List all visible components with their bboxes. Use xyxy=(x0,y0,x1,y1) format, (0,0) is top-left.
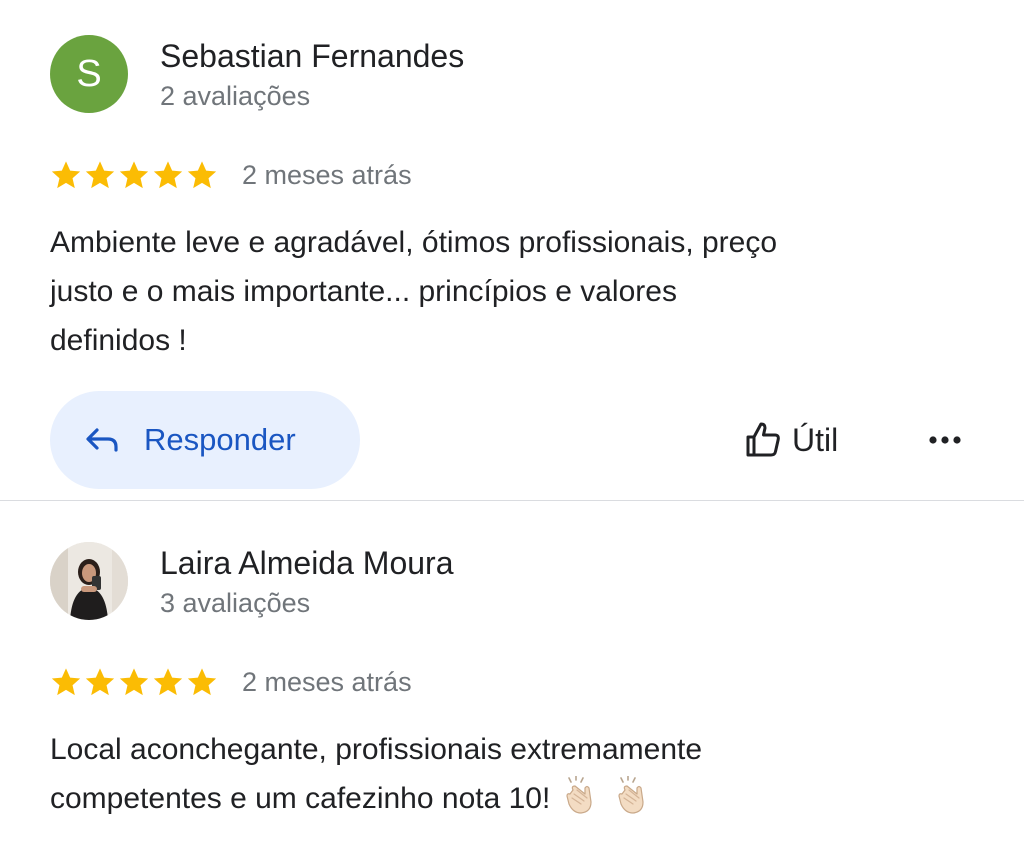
avatar[interactable]: S xyxy=(50,35,128,113)
star-icon xyxy=(51,668,81,696)
helpful-button[interactable]: Útil xyxy=(742,415,838,465)
review-text-line: Ambiente leve e agradável, ótimos profis… xyxy=(50,226,778,259)
more-options-button[interactable] xyxy=(922,420,968,460)
clapping-hands-icon xyxy=(618,776,644,814)
star-icon xyxy=(119,161,149,189)
review-text-line: definidos ! xyxy=(50,324,187,357)
author-name[interactable]: Sebastian Fernandes xyxy=(160,38,464,75)
reply-arrow-icon xyxy=(86,428,118,452)
star-icon xyxy=(51,161,81,189)
star-icon xyxy=(153,668,183,696)
review-text-line: Local aconchegante, profissionais extrem… xyxy=(50,733,703,766)
author-name[interactable]: Laira Almeida Moura xyxy=(160,545,453,582)
review-card: Laira Almeida Moura 3 avaliações 2 meses… xyxy=(0,501,1024,841)
review-date: 2 meses atrás xyxy=(242,159,412,190)
review-text-line: competentes e um cafezinho nota 10! xyxy=(50,782,551,815)
avatar[interactable] xyxy=(50,542,128,620)
review-text: Ambiente leve e agradável, ótimos profis… xyxy=(50,218,950,365)
star-icon xyxy=(85,161,115,189)
star-icon xyxy=(187,668,217,696)
review-text-line-with-emoji: competentes e um cafezinho nota 10! xyxy=(50,774,950,823)
profile-photo-icon xyxy=(50,542,128,620)
author-review-count: 3 avaliações xyxy=(160,588,311,618)
star-icon xyxy=(153,161,183,189)
review-text: Local aconchegante, profissionais extrem… xyxy=(50,725,950,823)
star-icon xyxy=(85,668,115,696)
review-card: S Sebastian Fernandes 2 avaliações 2 mes… xyxy=(0,0,1024,500)
star-icon xyxy=(119,668,149,696)
more-horizontal-icon xyxy=(929,436,961,444)
star-icon xyxy=(187,161,217,189)
rating-row: 2 meses atrás xyxy=(50,155,412,195)
thumbs-up-icon xyxy=(746,422,780,457)
avatar-initial: S xyxy=(76,53,102,95)
star-rating xyxy=(50,666,218,698)
reply-button[interactable]: Responder xyxy=(50,391,360,489)
author-review-count: 2 avaliações xyxy=(160,81,311,111)
reply-label: Responder xyxy=(144,422,296,457)
review-date: 2 meses atrás xyxy=(242,666,412,697)
clapping-hands-icon xyxy=(566,776,592,814)
star-rating xyxy=(50,159,218,191)
rating-row: 2 meses atrás xyxy=(50,662,412,702)
helpful-label: Útil xyxy=(792,421,839,458)
review-text-line: justo e o mais importante... princípios … xyxy=(50,275,677,308)
